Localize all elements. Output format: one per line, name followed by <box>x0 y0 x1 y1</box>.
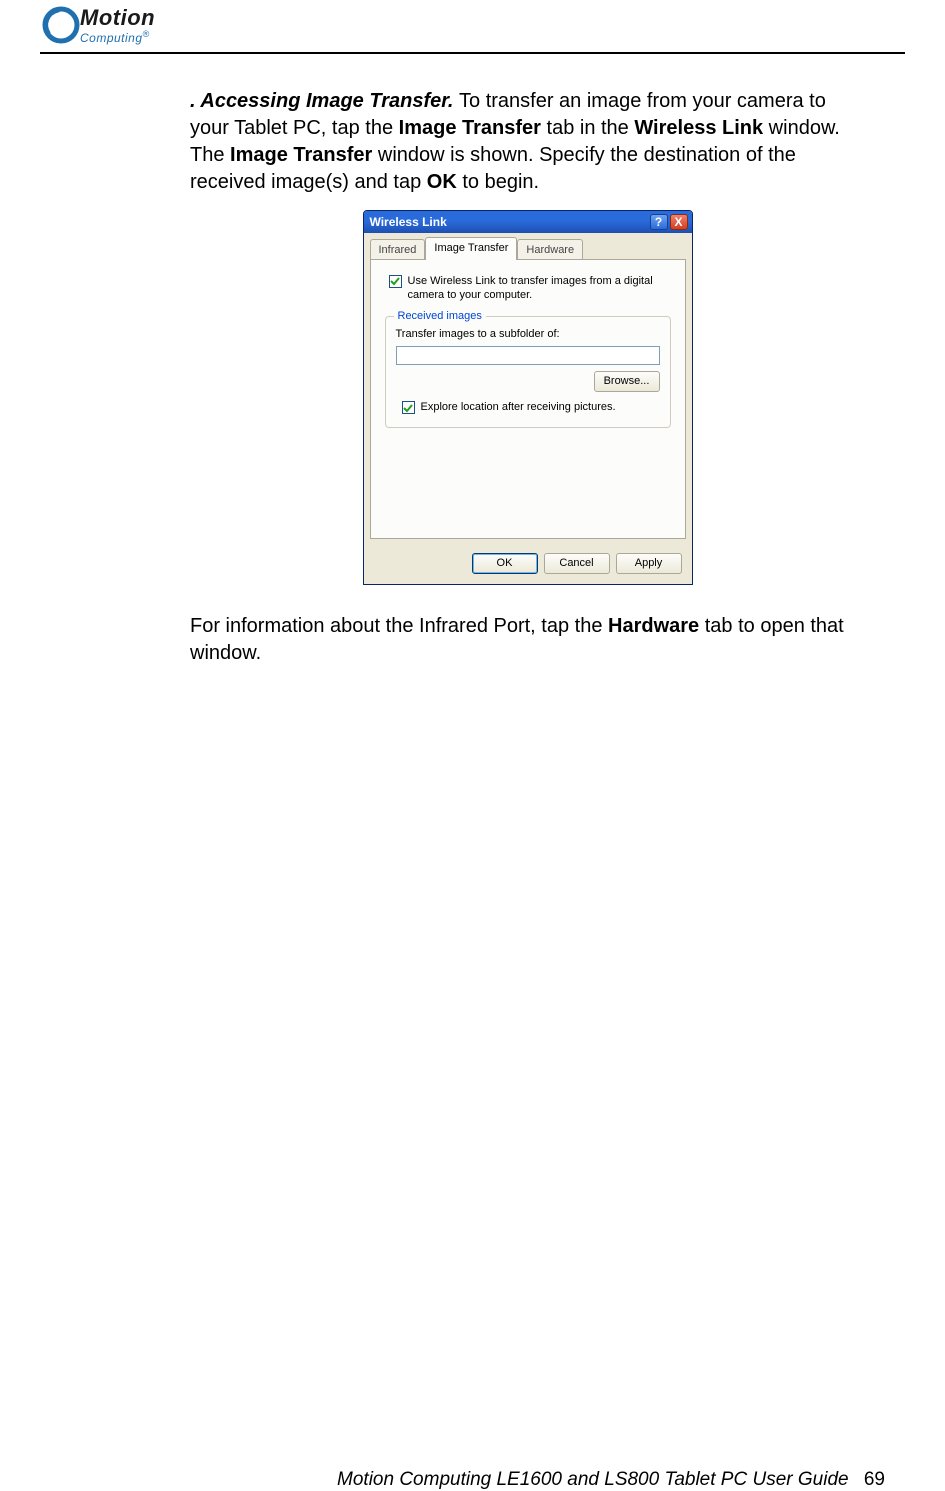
header-rule <box>40 52 905 54</box>
tab-image-transfer[interactable]: Image Transfer <box>425 237 517 260</box>
dialog-titlebar[interactable]: Wireless Link ? X <box>364 211 692 233</box>
check-icon <box>403 403 413 413</box>
subfolder-path-input[interactable] <box>396 346 660 365</box>
explore-location-checkbox[interactable] <box>402 401 415 414</box>
received-images-fieldset: Received images Transfer images to a sub… <box>385 316 671 427</box>
browse-button[interactable]: Browse... <box>594 371 660 392</box>
paragraph-2: For information about the Infrared Port,… <box>190 613 865 667</box>
use-wireless-link-label: Use Wireless Link to transfer images fro… <box>408 274 673 303</box>
ok-button[interactable]: OK <box>472 553 538 574</box>
logo-swirl-icon <box>40 4 82 46</box>
apply-button[interactable]: Apply <box>616 553 682 574</box>
received-images-legend: Received images <box>394 309 486 324</box>
logo-sub-text: Computing® <box>80 29 155 45</box>
subfolder-label: Transfer images to a subfolder of: <box>396 327 660 342</box>
explore-location-label: Explore location after receiving picture… <box>421 400 616 414</box>
check-icon <box>390 276 400 286</box>
dialog-button-row: OK Cancel Apply <box>364 545 692 584</box>
logo-main-text: Motion <box>80 5 155 31</box>
paragraph-1: . Accessing Image Transfer. To transfer … <box>190 88 865 196</box>
close-button[interactable]: X <box>670 214 688 230</box>
use-wireless-link-checkbox[interactable] <box>389 275 402 288</box>
page-number: 69 <box>864 1469 885 1490</box>
footer-text: Motion Computing LE1600 and LS800 Tablet… <box>337 1469 849 1490</box>
logo: Motion Computing® <box>40 4 155 46</box>
page-header: Motion Computing® <box>40 0 905 52</box>
dialog-title: Wireless Link <box>370 214 648 230</box>
body-content: . Accessing Image Transfer. To transfer … <box>190 88 865 667</box>
page-footer: Motion Computing LE1600 and LS800 Tablet… <box>337 1469 885 1491</box>
tab-body: Use Wireless Link to transfer images fro… <box>370 259 686 539</box>
tab-row: Infrared Image Transfer Hardware <box>364 233 692 260</box>
wireless-link-dialog: Wireless Link ? X Infrared Image Transfe… <box>363 210 693 585</box>
help-button[interactable]: ? <box>650 214 668 230</box>
cancel-button[interactable]: Cancel <box>544 553 610 574</box>
